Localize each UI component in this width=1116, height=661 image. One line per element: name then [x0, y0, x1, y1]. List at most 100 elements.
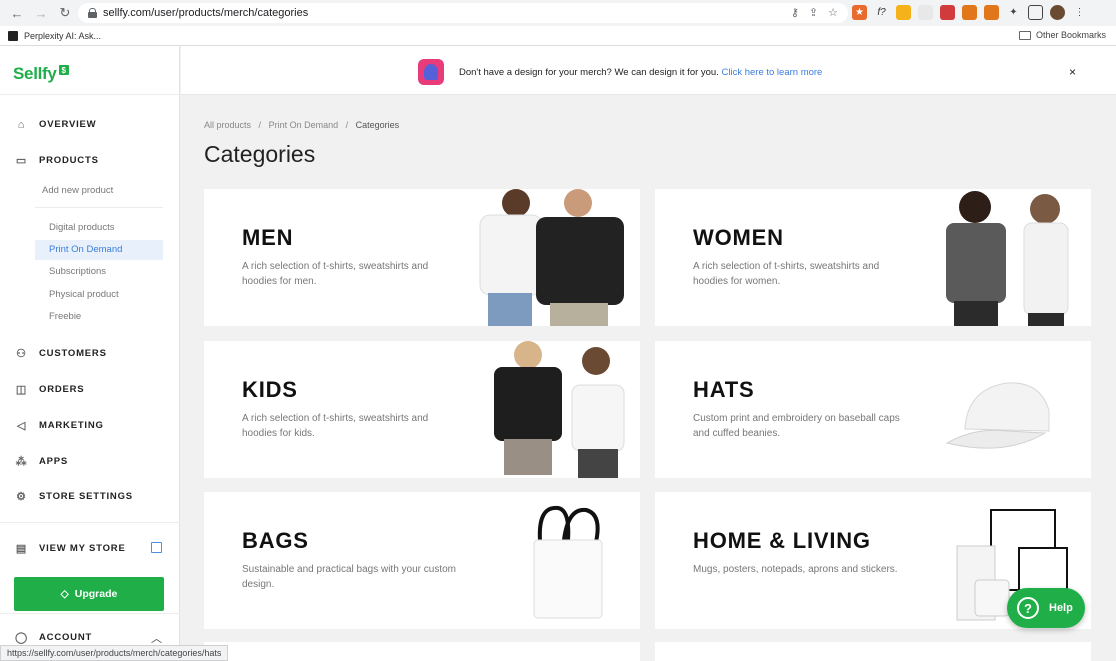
sidebar-item-digital-products[interactable]: Digital products: [49, 222, 114, 233]
card-title: HOME & LIVING: [693, 528, 871, 553]
sidebar-item-customers[interactable]: ⚇ CUSTOMERS: [15, 347, 107, 360]
other-bookmarks-label: Other Bookmarks: [1035, 30, 1106, 40]
diamond-icon: ◇: [60, 588, 69, 600]
card-description: Sustainable and practical bags with your…: [242, 564, 457, 590]
add-new-product-link[interactable]: Add new product: [42, 185, 113, 196]
category-card-men[interactable]: MEN A rich selection of t-shirts, sweats…: [204, 189, 640, 326]
key-icon[interactable]: ⚷: [791, 6, 799, 19]
help-button[interactable]: ? Help: [1007, 588, 1085, 628]
sidebar-item-label: ACCOUNT: [39, 632, 93, 643]
card-title: MEN: [242, 225, 294, 250]
divider: [0, 613, 180, 614]
sidebar-item-freebie[interactable]: Freebie: [49, 311, 81, 322]
extension-icon[interactable]: [896, 5, 911, 20]
users-icon: ⚇: [16, 348, 27, 360]
lock-icon: [88, 8, 97, 18]
avatar[interactable]: [1050, 5, 1065, 20]
banner-learn-more-link[interactable]: Click here to learn more: [722, 67, 823, 78]
external-link-icon[interactable]: [151, 542, 162, 553]
divider: [0, 94, 180, 95]
card-description: A rich selection of t-shirts, sweatshirt…: [693, 261, 880, 287]
breadcrumb-print-on-demand[interactable]: Print On Demand: [269, 120, 339, 130]
sidebar-item-marketing[interactable]: ◁ MARKETING: [15, 419, 104, 432]
other-bookmarks[interactable]: Other Bookmarks: [1018, 30, 1106, 40]
megaphone-icon: ◁: [16, 420, 27, 432]
extension-icon[interactable]: [940, 5, 955, 20]
sidebar-item-physical-product[interactable]: Physical product: [49, 289, 119, 300]
sidebar-item-label: VIEW MY STORE: [39, 543, 126, 554]
puzzle-icon[interactable]: ✦: [1006, 5, 1021, 20]
sidebar-item-print-on-demand[interactable]: Print On Demand: [49, 244, 122, 255]
extension-icon[interactable]: [918, 5, 933, 20]
sidebar-item-label: OVERVIEW: [39, 119, 97, 130]
kids-models-image: [494, 341, 625, 478]
category-card-kids[interactable]: KIDS A rich selection of t-shirts, sweat…: [204, 341, 640, 478]
banner-message: Don't have a design for your merch? We c…: [459, 67, 719, 78]
category-card-hats[interactable]: HATS Custom print and embroidery on base…: [655, 341, 1091, 478]
perplexity-icon: [8, 30, 18, 41]
close-icon[interactable]: ×: [1069, 65, 1076, 79]
sidebar: Sellfy $ ⌂ OVERVIEW ▭ PRODUCTS Add new p…: [0, 46, 180, 661]
card-title: WOMEN: [693, 225, 784, 250]
sidebar-item-apps[interactable]: ⁂ APPS: [15, 455, 68, 468]
account-icon: ◯: [14, 632, 29, 644]
upgrade-label: Upgrade: [74, 588, 118, 600]
sidebar-item-view-my-store[interactable]: ▤ VIEW MY STORE: [15, 542, 126, 555]
design-mascot-icon: [418, 59, 444, 85]
cap-image: [945, 382, 1050, 449]
breadcrumb: All products / Print On Demand / Categor…: [204, 120, 399, 130]
home-icon: ⌂: [17, 118, 26, 131]
bookmark-perplexity[interactable]: Perplexity AI: Ask...: [24, 31, 101, 41]
logo-badge: $: [58, 65, 69, 75]
divider: [35, 207, 163, 208]
question-icon: ?: [1017, 597, 1039, 619]
sidebar-item-orders[interactable]: ◫ ORDERS: [15, 383, 84, 396]
apps-icon: ⁂: [15, 456, 28, 468]
bookmark-star-icon[interactable]: ☆: [828, 6, 838, 19]
sidebar-item-overview[interactable]: ⌂ OVERVIEW: [15, 118, 96, 131]
category-card-partial: [655, 642, 1091, 661]
category-card-bags[interactable]: BAGS Sustainable and practical bags with…: [204, 492, 640, 629]
help-label: Help: [1049, 602, 1073, 614]
back-icon[interactable]: ←: [8, 4, 26, 22]
share-icon[interactable]: ⇪: [809, 6, 818, 19]
tote-bag-image: [533, 505, 603, 619]
sidebar-item-store-settings[interactable]: ⚙ STORE SETTINGS: [15, 490, 133, 503]
extension-icon[interactable]: ★: [852, 5, 867, 20]
card-title: HATS: [693, 377, 755, 402]
promo-banner: Don't have a design for your merch? We c…: [181, 46, 1116, 95]
reload-icon[interactable]: ↻: [56, 4, 74, 22]
status-bar-url: https://sellfy.com/user/products/merch/c…: [0, 645, 229, 661]
breadcrumb-separator: /: [258, 120, 262, 130]
card-description: A rich selection of t-shirts, sweatshirt…: [242, 261, 429, 287]
extension-icon[interactable]: [962, 5, 977, 20]
divider: [0, 522, 180, 523]
upgrade-button[interactable]: ◇ Upgrade: [14, 577, 164, 611]
gear-icon: ⚙: [16, 491, 27, 503]
sidebar-item-products[interactable]: ▭ PRODUCTS: [15, 154, 99, 167]
extension-icon[interactable]: [984, 5, 999, 20]
sidebar-item-label: ORDERS: [39, 384, 85, 395]
menu-icon[interactable]: ⋮: [1072, 5, 1087, 20]
breadcrumb-current: Categories: [355, 120, 400, 130]
sellfy-logo[interactable]: Sellfy $: [13, 64, 69, 84]
box-icon: ◫: [15, 384, 28, 396]
category-card-women[interactable]: WOMEN A rich selection of t-shirts, swea…: [655, 189, 1091, 326]
url-text: sellfy.com/user/products/merch/categorie…: [103, 7, 309, 19]
side-panel-icon[interactable]: [1028, 5, 1043, 20]
breadcrumb-separator: /: [345, 120, 349, 130]
sidebar-item-subscriptions[interactable]: Subscriptions: [49, 266, 106, 277]
bookmarks-bar: Perplexity AI: Ask... Other Bookmarks: [0, 26, 1116, 46]
sidebar-item-account[interactable]: ◯ ACCOUNT: [15, 631, 92, 644]
card-description: A rich selection of t-shirts, sweatshirt…: [242, 413, 429, 439]
sidebar-item-label: CUSTOMERS: [39, 348, 107, 359]
page-title: Categories: [204, 141, 316, 167]
card-description: Mugs, posters, notepads, aprons and stic…: [693, 564, 898, 575]
store-icon: ▤: [15, 543, 28, 555]
breadcrumb-all-products[interactable]: All products: [204, 120, 251, 130]
sidebar-item-label: MARKETING: [39, 420, 104, 431]
address-bar[interactable]: sellfy.com/user/products/merch/categorie…: [78, 3, 848, 23]
extension-icon[interactable]: f?: [874, 5, 889, 20]
forward-icon[interactable]: →: [32, 4, 50, 22]
chevron-up-icon[interactable]: ︿: [151, 630, 162, 646]
